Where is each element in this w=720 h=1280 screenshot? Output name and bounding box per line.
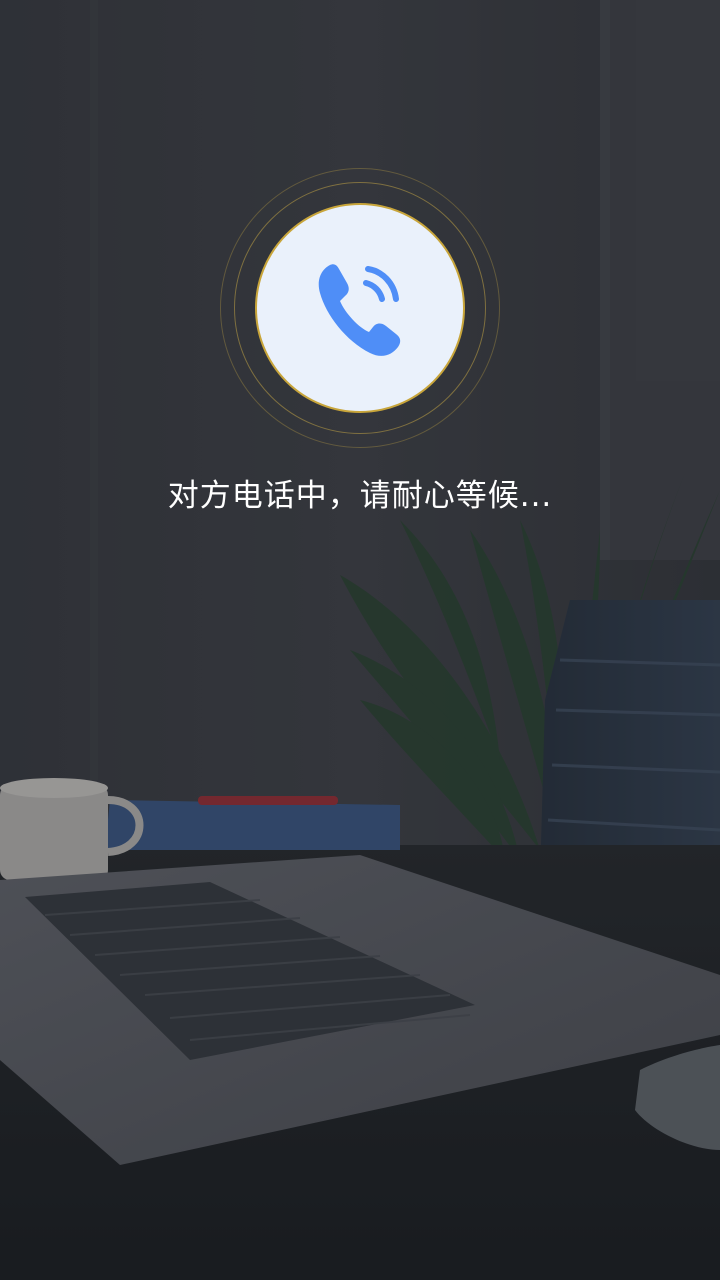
call-avatar-circle (255, 203, 465, 413)
calling-screen: 对方电话中，请耐心等候... (0, 0, 720, 1280)
call-indicator (220, 168, 500, 448)
phone-calling-icon (318, 264, 401, 356)
call-status-text: 对方电话中，请耐心等候... (167, 478, 553, 514)
